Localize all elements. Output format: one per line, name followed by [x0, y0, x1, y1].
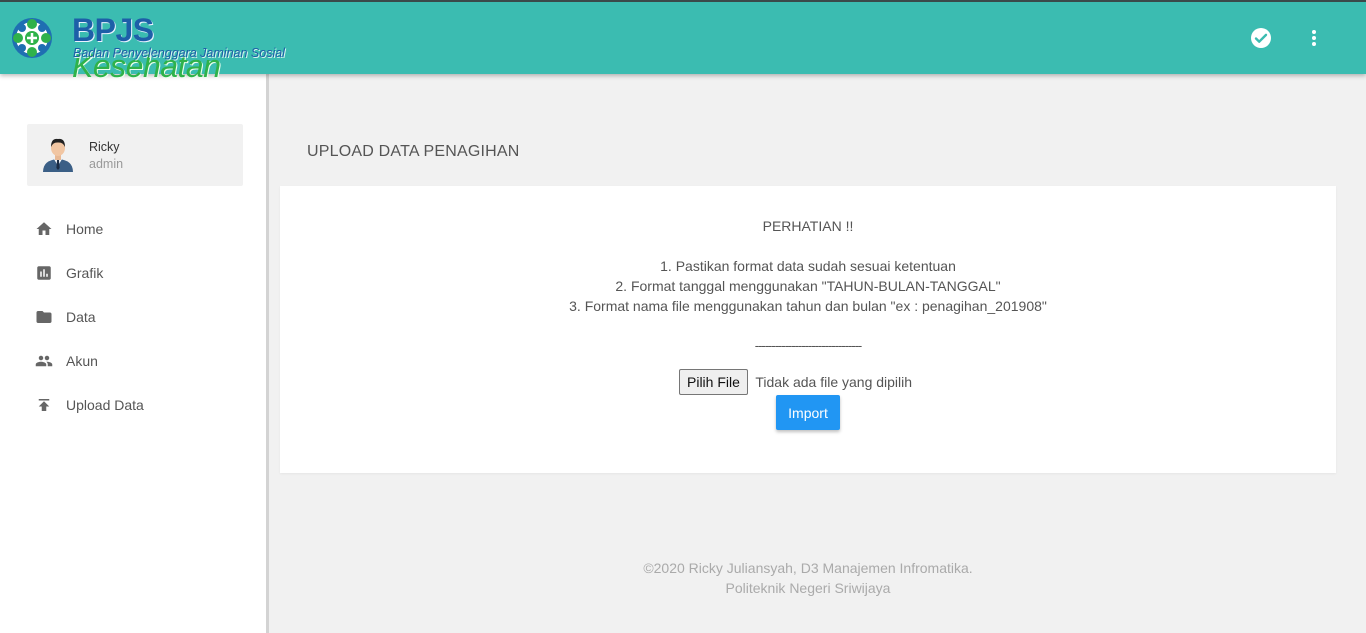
sidebar-item-label: Grafik [66, 265, 104, 281]
file-status-text: Tidak ada file yang dipilih [755, 374, 913, 390]
notice-rule: 1. Pastikan format data sudah sesuai ket… [660, 258, 956, 274]
upload-icon [38, 399, 50, 411]
file-input[interactable]: Pilih File Tidak ada file yang dipilih [679, 369, 912, 395]
sidebar-item-label: Data [66, 309, 96, 325]
bpjs-logo[interactable]: BPJS Kesehatan Badan Penyelenggara Jamin… [8, 12, 298, 84]
notice-rules: 1. Pastikan format data sudah sesuai ket… [280, 256, 1336, 316]
sidebar-item-akun[interactable]: Akun [0, 340, 266, 384]
sidebar-item-label: Home [66, 221, 104, 237]
more-vert-icon[interactable] [1302, 26, 1326, 50]
sidebar-item-label: Akun [66, 353, 98, 369]
sidebar: Ricky admin Home Grafik Data Akun Upload… [0, 74, 269, 633]
user-role: admin [89, 157, 124, 171]
logo-name-bpjs: BPJS [72, 12, 154, 48]
home-icon [36, 222, 52, 235]
bpjs-emblem-icon [12, 18, 52, 58]
notice-title: PERHATIAN !! [762, 218, 854, 234]
people-icon [35, 355, 53, 367]
top-navbar: BPJS Kesehatan Badan Penyelenggara Jamin… [0, 0, 1366, 84]
notice-rule: 3. Format nama file menggunakan tahun da… [569, 298, 1047, 314]
folder-icon [36, 311, 52, 323]
upload-card: PERHATIAN !! 1. Pastikan format data sud… [280, 186, 1336, 473]
check-circle-icon[interactable] [1249, 26, 1273, 50]
sidebar-item-upload-data[interactable]: Upload Data [0, 384, 266, 428]
notice-rule: 2. Format tanggal menggunakan "TAHUN-BUL… [615, 278, 1001, 294]
sidebar-item-grafik[interactable]: Grafik [0, 252, 266, 296]
sidebar-item-label: Upload Data [66, 397, 144, 413]
notice-divider: -------------------------------- [754, 338, 863, 353]
sidebar-item-home[interactable]: Home [0, 208, 266, 252]
sidebar-nav: Home Grafik Data Akun Upload Data [0, 208, 266, 428]
footer: ©2020 Ricky Juliansyah, D3 Manajemen Inf… [280, 558, 1336, 598]
chart-icon [37, 266, 51, 280]
choose-file-button[interactable]: Pilih File [679, 369, 748, 395]
avatar [43, 138, 73, 172]
sidebar-item-data[interactable]: Data [0, 296, 266, 340]
page-title: UPLOAD DATA PENAGIHAN [307, 143, 520, 160]
user-info-card: Ricky admin [27, 124, 243, 186]
import-button[interactable]: Import [776, 395, 840, 430]
logo-tagline: Badan Penyelenggara Jaminan Sosial [73, 46, 285, 60]
user-name: Ricky [89, 140, 120, 154]
footer-institution: Politeknik Negeri Sriwijaya [725, 580, 891, 596]
footer-copyright: ©2020 Ricky Juliansyah, D3 Manajemen Inf… [643, 560, 973, 576]
